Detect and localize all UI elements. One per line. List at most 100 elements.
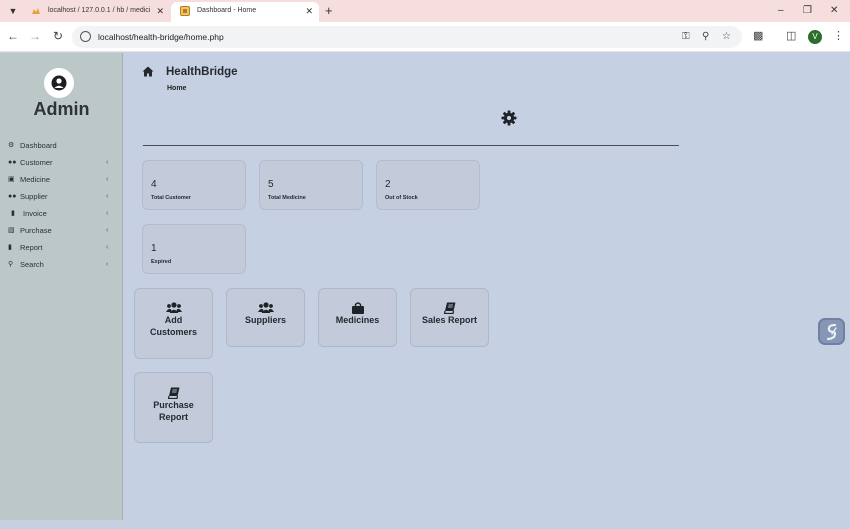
browser-tab-strip: ▼ localhost / 127.0.0.1 / hb / medici ✕ … (0, 0, 850, 22)
button-label: Customers (149, 327, 197, 337)
home-icon[interactable] (142, 66, 154, 77)
browser-tab-dashboard[interactable]: Dashboard - Home ✕ (171, 2, 319, 22)
purchase-report-button[interactable]: Purchase Report (134, 372, 213, 443)
chevron-left-icon: ‹ (106, 176, 109, 183)
close-window-icon[interactable]: ✕ (830, 2, 838, 20)
chevron-left-icon: ‹ (106, 159, 109, 166)
shopping-bag-icon (351, 302, 364, 314)
restore-icon[interactable]: ❐ (803, 2, 812, 20)
zoom-icon[interactable]: ⚲ (702, 30, 709, 44)
sidebar-item-label: Invoice (23, 209, 47, 218)
browser-tab-phpmyadmin[interactable]: localhost / 127.0.0.1 / hb / medici ✕ (22, 2, 170, 22)
sales-report-button[interactable]: Sales Report (410, 288, 489, 347)
book-icon (443, 302, 455, 314)
new-tab-icon[interactable]: + (325, 2, 333, 20)
key-icon[interactable]: ⚿ (682, 30, 690, 44)
sidebar-item-medicine[interactable]: ▣ Medicine ‹ (0, 171, 123, 188)
search-icon: ⚲ (8, 261, 14, 268)
stat-card-expired[interactable]: 1 Expired (142, 224, 246, 274)
button-label: Suppliers (244, 315, 286, 325)
forward-arrow-icon[interactable]: → (28, 29, 42, 43)
add-customers-button[interactable]: Add Customers (134, 288, 213, 359)
stat-label: Total Medicine (268, 195, 306, 201)
shopping-bag-icon: ▣ (8, 176, 15, 183)
bookmark-star-icon[interactable]: ☆ (722, 30, 731, 44)
button-label: Sales Report (421, 315, 478, 325)
site-favicon-icon (180, 6, 190, 16)
stat-card-total-medicine[interactable]: 5 Total Medicine (259, 160, 363, 210)
extensions-icon[interactable]: ▩ (753, 29, 763, 43)
stat-value: 4 (151, 179, 157, 190)
floating-extension-button[interactable] (818, 318, 845, 345)
users-icon (165, 302, 182, 313)
back-arrow-icon[interactable]: ← (6, 29, 20, 43)
sidebar-item-customer[interactable]: ●● Customer ‹ (0, 154, 123, 171)
stat-label: Out of Stock (385, 195, 418, 201)
sidebar-menu: ⚙ Dashboard ●● Customer ‹ ▣ Medicine ‹ ●… (0, 137, 123, 273)
url-text: localhost/health-bridge/home.php (98, 32, 224, 42)
file-icon: ▮ (11, 210, 15, 217)
page-bottom-strip (0, 520, 850, 529)
sidebar-item-invoice[interactable]: ▮ Invoice ‹ (0, 205, 123, 222)
sidebar-item-dashboard[interactable]: ⚙ Dashboard (0, 137, 123, 154)
stat-card-total-customer[interactable]: 4 Total Customer (142, 160, 246, 210)
side-panel-icon[interactable]: ◫ (786, 29, 796, 43)
stat-label: Total Customer (151, 195, 191, 201)
users-icon: ●● (8, 159, 17, 166)
chevron-left-icon: ‹ (106, 261, 109, 268)
profile-avatar[interactable]: V (808, 30, 822, 44)
close-tab-icon[interactable]: ✕ (156, 2, 164, 20)
sidebar-title: Admin (33, 99, 90, 119)
tab-title: Dashboard - Home (197, 7, 257, 14)
reload-icon[interactable]: ↻ (51, 29, 65, 43)
close-tab-icon[interactable]: ✕ (305, 2, 313, 20)
sidebar-item-label: Supplier (20, 192, 48, 201)
sidebar-item-label: Purchase (20, 226, 52, 235)
lightning-icon (826, 324, 837, 340)
stat-value: 2 (385, 179, 391, 190)
stat-card-out-of-stock[interactable]: 2 Out of Stock (376, 160, 480, 210)
phpmyadmin-favicon-icon (32, 8, 40, 14)
stat-label: Expired (151, 259, 172, 265)
tab-search-chevron-icon[interactable]: ▼ (6, 4, 20, 18)
sidebar-item-label: Customer (20, 158, 53, 167)
admin-avatar (44, 68, 74, 98)
medicines-button[interactable]: Medicines (318, 288, 397, 347)
header-divider (143, 145, 679, 146)
user-circle-icon (51, 75, 67, 91)
brand-title[interactable]: HealthBridge (166, 66, 238, 78)
breadcrumb: Home (167, 85, 187, 92)
address-bar: ← → ↻ localhost/health-bridge/home.php ⚿… (0, 22, 850, 52)
chevron-left-icon: ‹ (106, 193, 109, 200)
stat-value: 5 (268, 179, 274, 190)
browser-menu-icon[interactable]: ⋮ (833, 29, 844, 43)
minimize-icon[interactable]: – (778, 2, 784, 20)
tab-title: localhost / 127.0.0.1 / hb / medici (48, 7, 151, 14)
button-label: Purchase (153, 400, 194, 410)
site-info-icon[interactable] (80, 31, 91, 42)
book-icon (167, 387, 179, 399)
sidebar-item-purchase[interactable]: ▧ Purchase ‹ (0, 222, 123, 239)
bar-chart-icon: ▧ (8, 227, 15, 234)
gear-icon[interactable] (501, 110, 517, 126)
button-label: Add (164, 315, 183, 325)
sidebar-item-label: Medicine (20, 175, 51, 184)
sidebar-item-search[interactable]: ⚲ Search ‹ (0, 256, 123, 273)
chevron-left-icon: ‹ (106, 244, 109, 251)
book-icon: ▮ (8, 244, 12, 251)
button-label: Report (159, 412, 188, 422)
sidebar-item-supplier[interactable]: ●● Supplier ‹ (0, 188, 123, 205)
sidebar: Admin ⚙ Dashboard ●● Customer ‹ ▣ Medici… (0, 53, 123, 520)
sidebar-item-label: Report (20, 243, 43, 252)
stat-value: 1 (151, 243, 157, 254)
chevron-left-icon: ‹ (106, 210, 109, 217)
users-icon (257, 302, 274, 313)
sidebar-item-label: Search (20, 260, 44, 269)
button-label: Medicines (335, 315, 380, 325)
url-field[interactable]: localhost/health-bridge/home.php ⚿ ⚲ ☆ (72, 26, 742, 48)
sidebar-item-report[interactable]: ▮ Report ‹ (0, 239, 123, 256)
sidebar-item-label: Dashboard (20, 141, 57, 150)
dashboard-icon: ⚙ (8, 142, 15, 149)
suppliers-button[interactable]: Suppliers (226, 288, 305, 347)
chevron-left-icon: ‹ (106, 227, 109, 234)
